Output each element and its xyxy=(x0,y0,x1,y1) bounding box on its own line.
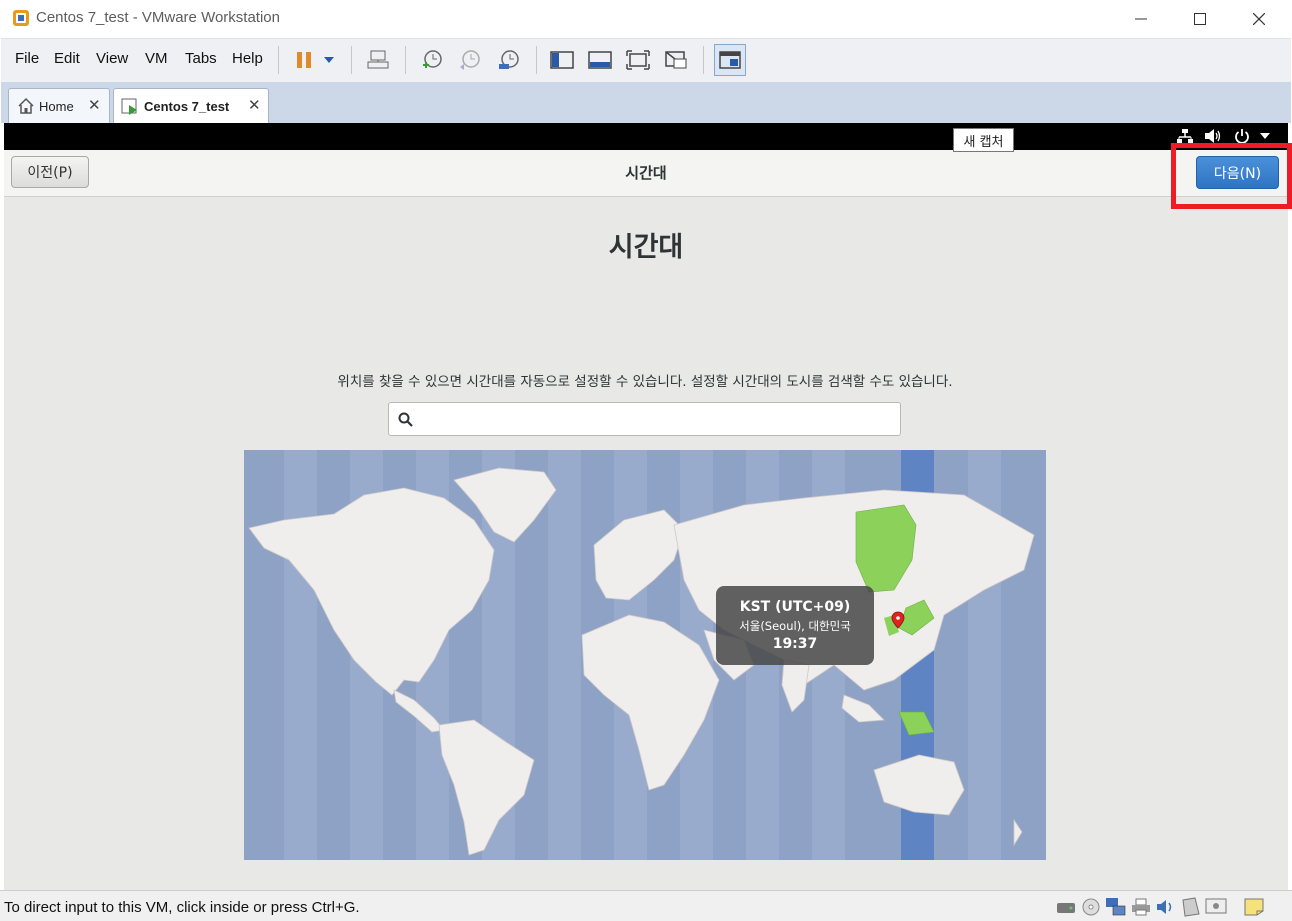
timezone-map[interactable]: KST (UTC+09) 서울(Seoul), 대한민국 19:37 xyxy=(244,450,1046,860)
show-library-icon xyxy=(550,51,574,69)
close-icon xyxy=(1253,13,1265,25)
console-view-icon xyxy=(719,51,741,69)
console-view-button[interactable] xyxy=(714,44,746,76)
home-icon xyxy=(18,97,34,114)
capture-tooltip: 새 캡처 xyxy=(953,128,1014,152)
dropdown-icon xyxy=(324,57,334,63)
cdrom-icon[interactable] xyxy=(1081,897,1101,917)
unity-button[interactable] xyxy=(662,46,690,74)
pause-icon xyxy=(297,52,311,68)
menu-view[interactable]: View xyxy=(96,50,128,67)
full-screen-button[interactable] xyxy=(624,46,652,74)
timezone-description: 위치를 찾을 수 있으면 시간대를 자동으로 설정할 수 있습니다. 설정할 시… xyxy=(337,374,953,390)
toolbar-separator xyxy=(405,46,406,74)
toolbar-separator xyxy=(703,46,704,74)
send-ctrl-alt-del-icon xyxy=(367,50,389,69)
status-text: To direct input to this VM, click inside… xyxy=(4,899,360,916)
menu-tabs[interactable]: Tabs xyxy=(185,50,217,67)
guest-top-bar xyxy=(4,123,1288,150)
world-map[interactable] xyxy=(244,450,1046,860)
window-title: Centos 7_test - VMware Workstation xyxy=(36,9,280,26)
tab-centos[interactable]: Centos 7_test ✕ xyxy=(113,88,269,124)
maximize-icon xyxy=(1194,13,1206,25)
quick-switch-icon xyxy=(588,51,612,69)
network-icon[interactable] xyxy=(1177,128,1193,144)
page-title: 시간대 xyxy=(608,232,684,263)
city-label: 서울(Seoul), 대한민국 xyxy=(739,619,851,633)
display-icon[interactable] xyxy=(1205,897,1227,917)
full-screen-icon xyxy=(626,50,650,70)
vm-running-icon xyxy=(121,98,137,115)
volume-icon[interactable] xyxy=(1204,128,1222,144)
tab-close-icon[interactable]: ✕ xyxy=(248,96,261,114)
menu-help[interactable]: Help xyxy=(232,50,263,67)
network-adapter-icon[interactable] xyxy=(1105,897,1127,917)
header-title: 시간대 xyxy=(625,164,667,182)
menu-file[interactable]: File xyxy=(15,50,39,67)
usb-icon[interactable] xyxy=(1180,897,1202,917)
local-time: 19:37 xyxy=(772,636,818,652)
pause-button[interactable] xyxy=(290,46,318,74)
show-library-button[interactable] xyxy=(548,46,576,74)
printer-icon[interactable] xyxy=(1131,898,1151,916)
close-button[interactable] xyxy=(1230,0,1288,38)
tab-centos-label: Centos 7_test xyxy=(144,99,230,114)
snapshot-manager-icon xyxy=(499,50,519,69)
power-icon[interactable] xyxy=(1234,128,1250,144)
snapshot-revert-button[interactable] xyxy=(456,46,484,74)
snapshot-take-button[interactable] xyxy=(418,46,446,74)
search-icon xyxy=(398,412,413,427)
send-ctrl-alt-del-button[interactable] xyxy=(364,46,392,74)
toolbar-separator xyxy=(278,46,279,74)
vmware-icon xyxy=(13,10,29,26)
menu-vm[interactable]: VM xyxy=(145,50,168,67)
maximize-button[interactable] xyxy=(1171,0,1229,38)
snapshot-revert-icon xyxy=(460,50,480,70)
minimize-button[interactable] xyxy=(1112,0,1170,38)
tab-close-icon[interactable]: ✕ xyxy=(88,96,101,114)
timezone-label: KST (UTC+09) xyxy=(739,599,851,615)
unity-icon xyxy=(665,51,687,69)
highlight-box xyxy=(1171,143,1292,209)
snapshot-take-icon xyxy=(423,50,442,68)
back-button[interactable]: 이전(P) xyxy=(11,156,89,188)
snapshot-manager-button[interactable] xyxy=(495,46,523,74)
tab-home-label: Home xyxy=(39,99,74,114)
quick-switch-button[interactable] xyxy=(586,46,614,74)
toolbar-separator xyxy=(351,46,352,74)
menu-edit[interactable]: Edit xyxy=(54,50,80,67)
timezone-tooltip: KST (UTC+09) 서울(Seoul), 대한민국 19:37 xyxy=(716,586,874,665)
chevron-down-icon[interactable] xyxy=(1259,132,1271,140)
toolbar-separator xyxy=(536,46,537,74)
hdd-icon[interactable] xyxy=(1056,898,1076,916)
minimize-icon xyxy=(1135,18,1147,20)
power-dropdown[interactable] xyxy=(318,46,340,74)
tab-home[interactable]: Home ✕ xyxy=(8,88,110,124)
sound-icon[interactable] xyxy=(1155,897,1177,917)
city-search-input[interactable] xyxy=(388,402,901,436)
message-icon[interactable] xyxy=(1243,897,1265,917)
